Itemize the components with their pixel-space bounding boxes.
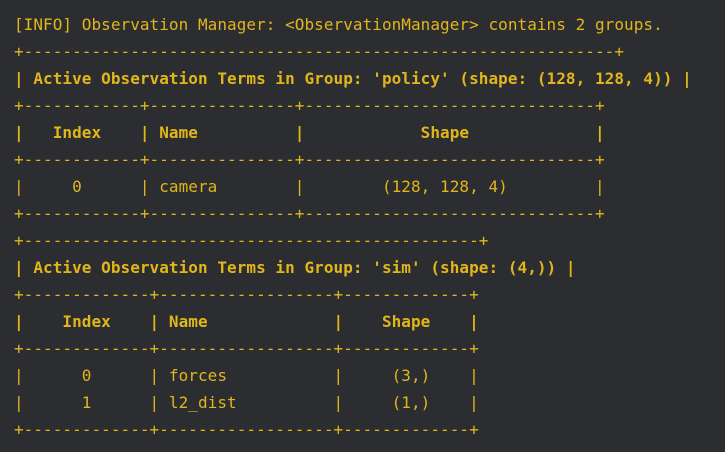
policy-table-bottom-border: +------------+---------------+----------…: [14, 204, 605, 223]
policy-table-header-row: | Index | Name | Shape |: [14, 123, 605, 142]
terminal-output[interactable]: [INFO] Observation Manager: <Observation…: [0, 0, 725, 452]
sim-table-title: | Active Observation Terms in Group: 'si…: [14, 258, 576, 277]
sim-table-bottom-border: +-------------+------------------+------…: [14, 420, 479, 439]
sim-table-top-border: +---------------------------------------…: [14, 231, 489, 250]
info-log-line: [INFO] Observation Manager: <Observation…: [14, 15, 663, 34]
table-row: | 0 | forces | (3,) |: [14, 366, 479, 385]
sim-table-header-separator: +-------------+------------------+------…: [14, 339, 479, 358]
table-row: | 1 | l2_dist | (1,) |: [14, 393, 479, 412]
sim-table-header-border: +-------------+------------------+------…: [14, 285, 479, 304]
policy-table-header-separator: +------------+---------------+----------…: [14, 150, 605, 169]
policy-table-title: | Active Observation Terms in Group: 'po…: [14, 69, 692, 88]
policy-table-header-border: +------------+---------------+----------…: [14, 96, 605, 115]
sim-table-header-row: | Index | Name | Shape |: [14, 312, 479, 331]
policy-table-top-border: +---------------------------------------…: [14, 42, 625, 61]
table-row: | 0 | camera | (128, 128, 4) |: [14, 177, 605, 196]
